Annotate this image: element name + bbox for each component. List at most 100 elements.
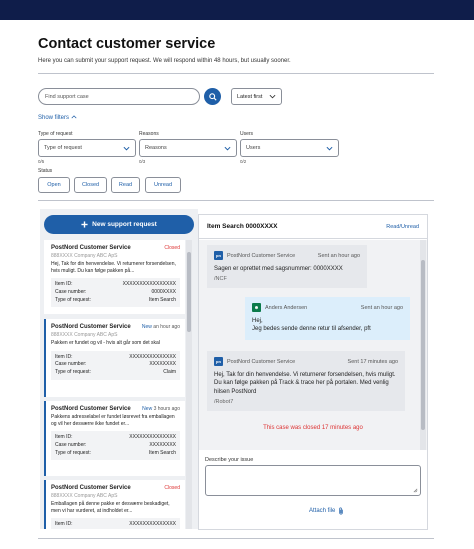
meta-key: Type of request: — [55, 449, 91, 456]
reasons-filter-count: 0/3 — [139, 159, 146, 164]
status-unread-button[interactable]: Unread — [145, 177, 181, 193]
plus-icon — [81, 221, 88, 228]
meta-key: Case number: — [55, 288, 87, 295]
case-sender: PostNord Customer Service — [51, 324, 131, 330]
divider — [38, 538, 434, 539]
new-support-request-label: New support request — [92, 221, 157, 228]
users-filter-label: Users — [240, 131, 254, 137]
sort-dropdown[interactable]: Latest first — [231, 88, 282, 105]
users-filter-placeholder: Users — [246, 145, 261, 151]
describe-issue-label: Describe your issue — [205, 457, 254, 463]
meta-value: XXXXXXXX — [149, 441, 176, 448]
reasons-filter-placeholder: Reasons — [145, 145, 167, 151]
page-title: Contact customer service — [38, 36, 216, 52]
message-text: Hej, Jeg bedes sende denne retur til afs… — [252, 318, 371, 333]
case-card[interactable]: PostNord Customer Service Closed 888XXXX … — [44, 240, 185, 314]
type-filter-select[interactable]: Type of request — [38, 139, 136, 157]
status-read-button[interactable]: Read — [111, 177, 140, 193]
divider — [38, 73, 434, 74]
case-detail-panel: Item Search 0000XXXX Read/Unread pn PostN… — [198, 214, 428, 530]
users-filter-select[interactable]: Users — [240, 139, 339, 157]
case-card[interactable]: PostNord Customer Service Closed 888XXXX … — [44, 480, 185, 529]
meta-key: Case number: — [55, 361, 87, 368]
case-detail-title: Item Search 0000XXXX — [207, 223, 278, 230]
divider — [38, 200, 434, 201]
chevron-up-icon — [71, 115, 77, 119]
meta-value: Item Search — [149, 296, 176, 303]
chevron-down-icon — [326, 146, 333, 151]
case-status: Closed — [164, 245, 180, 251]
case-status: New — [142, 406, 153, 412]
status-open-button[interactable]: Open — [38, 177, 70, 193]
top-navigation-bar — [0, 0, 474, 20]
paperclip-icon — [339, 507, 344, 515]
case-sender: PostNord Customer Service — [51, 406, 131, 412]
message-bubble: ☻ Anders Andersen Sent an hour ago Hej, Je… — [245, 297, 410, 340]
case-closed-notice: This case was closed 17 minutes ago — [263, 425, 363, 431]
case-company: 888XXXX Company ABC ApS — [51, 332, 118, 338]
case-card[interactable]: PostNord Customer Service New 3 hours ago… — [44, 401, 185, 476]
case-company: 888XXXX Company ABC ApS — [51, 493, 118, 499]
case-preview: Hej, Tak for din henvendelse. Vi returne… — [51, 261, 176, 274]
case-list-scrollbar[interactable] — [186, 240, 192, 529]
chevron-down-icon — [224, 146, 231, 151]
meta-value: 0000XXXX — [151, 288, 176, 295]
case-preview: Pakkens adresselabel er fundet løsrevet … — [51, 414, 175, 427]
type-filter-label: Type of request — [38, 131, 73, 137]
case-detail-header: Item Search 0000XXXX Read/Unread — [199, 215, 427, 239]
message-bubble: pn PostNord Customer Service Sent 17 minut… — [207, 351, 405, 412]
attach-file-button[interactable]: Attach file — [309, 507, 344, 515]
case-company: 888XXXX Company ABC ApS — [51, 253, 118, 259]
meta-key: Item ID: — [55, 521, 73, 527]
reasons-filter-label: Reasons — [139, 131, 159, 137]
case-meta: Item ID: XXXXXXXXXXXXXX Case number: XXXXX… — [51, 350, 180, 380]
case-meta: Item ID: XXXXXXXXXXXXXX — [51, 518, 180, 529]
case-time: 3 hours ago — [153, 406, 180, 412]
message-thread[interactable]: pn PostNord Customer Service Sent an hour … — [199, 240, 427, 450]
message-sender: PostNord Customer Service — [227, 358, 296, 365]
user-avatar-icon: ☻ — [252, 303, 261, 312]
meta-key: Type of request: — [55, 369, 91, 375]
meta-key: Item ID: — [55, 434, 73, 440]
meta-value: XXXXXXXXXXXXXXXX — [122, 281, 176, 287]
sort-label: Latest first — [237, 93, 263, 100]
page-subtitle: Here you can submit your support request… — [38, 58, 291, 64]
type-filter-placeholder: Type of request — [44, 145, 82, 151]
describe-issue-textarea[interactable] — [205, 465, 421, 496]
meta-value: Item Search — [149, 449, 176, 456]
case-sender: PostNord Customer Service — [51, 245, 131, 251]
users-filter-count: 0/2 — [240, 159, 247, 164]
case-preview: Emballagen på denne pakke er desværre be… — [51, 501, 170, 514]
type-filter-count: 0/5 — [38, 159, 45, 164]
search-input[interactable]: Find support case — [38, 88, 200, 105]
case-status: Closed — [164, 485, 180, 491]
message-time: Sent 17 minutes ago — [347, 358, 398, 365]
message-thread-scrollbar[interactable] — [420, 240, 426, 450]
message-time: Sent an hour ago — [360, 304, 403, 311]
resize-handle-icon[interactable] — [413, 488, 418, 493]
meta-key: Case number: — [55, 441, 87, 448]
meta-key: Type of request: — [55, 296, 91, 303]
scrollbar-thumb[interactable] — [421, 260, 425, 430]
read-unread-link[interactable]: Read/Unread — [386, 224, 419, 230]
case-card[interactable]: PostNord Customer Service New an hour ago… — [44, 319, 185, 397]
meta-value: XXXXXXXXXXXXXX — [129, 434, 176, 440]
meta-value: XXXXXXXX — [149, 361, 176, 368]
postnord-logo-icon: pn — [214, 251, 223, 260]
message-text: Sagen er oprettet med sagsnummer: 0000XX… — [214, 266, 343, 272]
case-status: New — [141, 324, 152, 330]
meta-key: Item ID: — [55, 281, 73, 287]
case-time: an hour ago — [153, 324, 180, 330]
search-button[interactable] — [204, 88, 221, 105]
case-list[interactable]: PostNord Customer Service Closed 888XXXX … — [44, 240, 185, 529]
reasons-filter-select[interactable]: Reasons — [139, 139, 237, 157]
message-time: Sent an hour ago — [317, 252, 360, 259]
status-closed-button[interactable]: Closed — [74, 177, 107, 193]
case-meta: Item ID: XXXXXXXXXXXXXX Case number: XXXXX… — [51, 431, 180, 461]
search-icon — [208, 92, 217, 101]
chevron-down-icon — [123, 146, 130, 151]
new-support-request-button[interactable]: New support request — [44, 215, 194, 234]
scrollbar-thumb[interactable] — [187, 252, 191, 332]
show-filters-toggle[interactable]: Show filters — [38, 115, 77, 121]
message-sender: Anders Andersen — [265, 304, 308, 311]
